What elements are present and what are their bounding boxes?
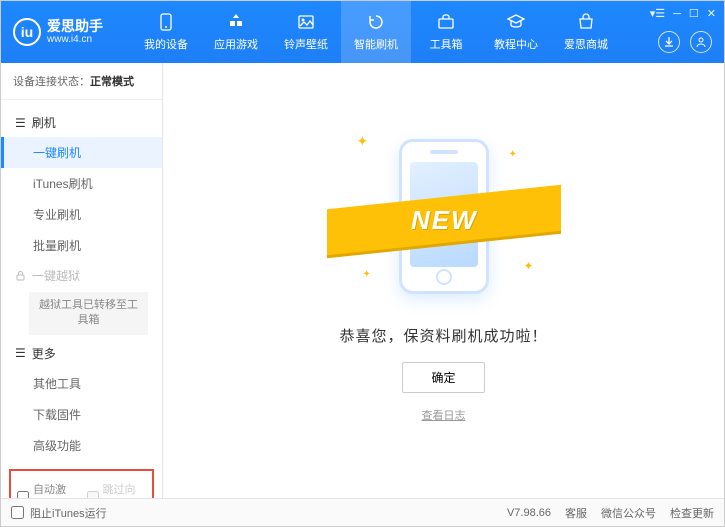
- app-header: iu 爱思助手 www.i4.cn 我的设备 应用游戏 铃声壁纸 智能刷机: [1, 1, 724, 63]
- sidebar-item-batch-flash[interactable]: 批量刷机: [1, 230, 162, 261]
- list-icon: ☰: [15, 346, 26, 360]
- sidebar-item-advanced[interactable]: 高级功能: [1, 430, 162, 461]
- refresh-icon: [366, 12, 386, 32]
- minimize-icon[interactable]: ─: [673, 8, 681, 20]
- app-title: 爱思助手: [47, 19, 103, 34]
- sidebar: 设备连接状态：正常模式 ☰ 刷机 一键刷机 iTunes刷机 专业刷机 批量刷机…: [1, 63, 163, 498]
- maximize-icon[interactable]: ☐: [689, 7, 699, 20]
- graduation-icon: [506, 12, 526, 32]
- sidebar-section-flash[interactable]: ☰ 刷机: [1, 108, 162, 137]
- close-icon[interactable]: ✕: [707, 7, 716, 20]
- download-button[interactable]: [658, 31, 680, 53]
- checkbox-input[interactable]: [11, 506, 24, 519]
- star-icon: ✦: [524, 259, 534, 273]
- lock-icon: [15, 270, 26, 281]
- nav-flash[interactable]: 智能刷机: [341, 1, 411, 63]
- user-button[interactable]: [690, 31, 712, 53]
- footer: 阻止iTunes运行 V7.98.66 客服 微信公众号 检查更新: [1, 498, 724, 526]
- logo: iu 爱思助手 www.i4.cn: [1, 1, 131, 63]
- nav-label: 智能刷机: [354, 36, 398, 52]
- sidebar-item-itunes-flash[interactable]: iTunes刷机: [1, 168, 162, 199]
- sidebar-section-more[interactable]: ☰ 更多: [1, 339, 162, 368]
- ribbon-text: NEW: [410, 204, 477, 235]
- ok-button[interactable]: 确定: [402, 362, 484, 393]
- nav-store[interactable]: 爱思商城: [551, 1, 621, 63]
- image-icon: [296, 12, 316, 32]
- app-url: www.i4.cn: [47, 34, 103, 45]
- view-log-link[interactable]: 查看日志: [422, 407, 466, 423]
- sidebar-item-pro-flash[interactable]: 专业刷机: [1, 199, 162, 230]
- footer-service[interactable]: 客服: [565, 505, 587, 521]
- success-illustration: NEW ✦ ✦ ✦ ✦: [339, 119, 549, 299]
- nav-my-device[interactable]: 我的设备: [131, 1, 201, 63]
- star-icon: ✦: [363, 269, 371, 280]
- footer-wechat[interactable]: 微信公众号: [601, 505, 656, 521]
- nav-label: 我的设备: [144, 36, 188, 52]
- phone-icon: [156, 12, 176, 32]
- nav-label: 工具箱: [430, 36, 463, 52]
- nav-tutorials[interactable]: 教程中心: [481, 1, 551, 63]
- main-content: NEW ✦ ✦ ✦ ✦ 恭喜您，保资料刷机成功啦！ 确定 查看日志: [163, 63, 724, 498]
- nav-apps[interactable]: 应用游戏: [201, 1, 271, 63]
- nav-label: 爱思商城: [564, 36, 608, 52]
- nav-toolbox[interactable]: 工具箱: [411, 1, 481, 63]
- menu-icon[interactable]: ▾☰: [650, 7, 665, 20]
- checkbox-block-itunes[interactable]: 阻止iTunes运行: [11, 505, 107, 521]
- star-icon: ✦: [357, 133, 369, 150]
- checkbox-input: [87, 491, 99, 498]
- nav-label: 应用游戏: [214, 36, 258, 52]
- nav-label: 铃声壁纸: [284, 36, 328, 52]
- store-icon: [576, 12, 596, 32]
- star-icon: ✦: [509, 149, 517, 160]
- options-highlight-box: 自动激活 跳过向导: [9, 469, 154, 498]
- sidebar-item-onekey-flash[interactable]: 一键刷机: [1, 137, 162, 168]
- nav-label: 教程中心: [494, 36, 538, 52]
- list-icon: ☰: [15, 116, 26, 130]
- sidebar-item-other-tools[interactable]: 其他工具: [1, 368, 162, 399]
- checkbox-auto-activate[interactable]: 自动激活: [17, 481, 77, 498]
- sidebar-item-download-firmware[interactable]: 下载固件: [1, 399, 162, 430]
- jailbreak-moved-note: 越狱工具已转移至工具箱: [29, 292, 148, 335]
- nav-ringtones[interactable]: 铃声壁纸: [271, 1, 341, 63]
- checkbox-input[interactable]: [17, 491, 29, 498]
- checkbox-skip-guide[interactable]: 跳过向导: [87, 481, 147, 498]
- version-label: V7.98.66: [507, 507, 551, 519]
- logo-icon: iu: [13, 18, 41, 46]
- connection-status: 设备连接状态：正常模式: [1, 63, 162, 100]
- footer-update[interactable]: 检查更新: [670, 505, 714, 521]
- toolbox-icon: [436, 12, 456, 32]
- success-message: 恭喜您，保资料刷机成功啦！: [339, 325, 547, 346]
- top-nav: 我的设备 应用游戏 铃声壁纸 智能刷机 工具箱 教程中心: [131, 1, 724, 63]
- sidebar-section-jailbreak: 一键越狱: [1, 261, 162, 290]
- window-controls: ▾☰ ─ ☐ ✕: [650, 7, 716, 20]
- apps-icon: [226, 12, 246, 32]
